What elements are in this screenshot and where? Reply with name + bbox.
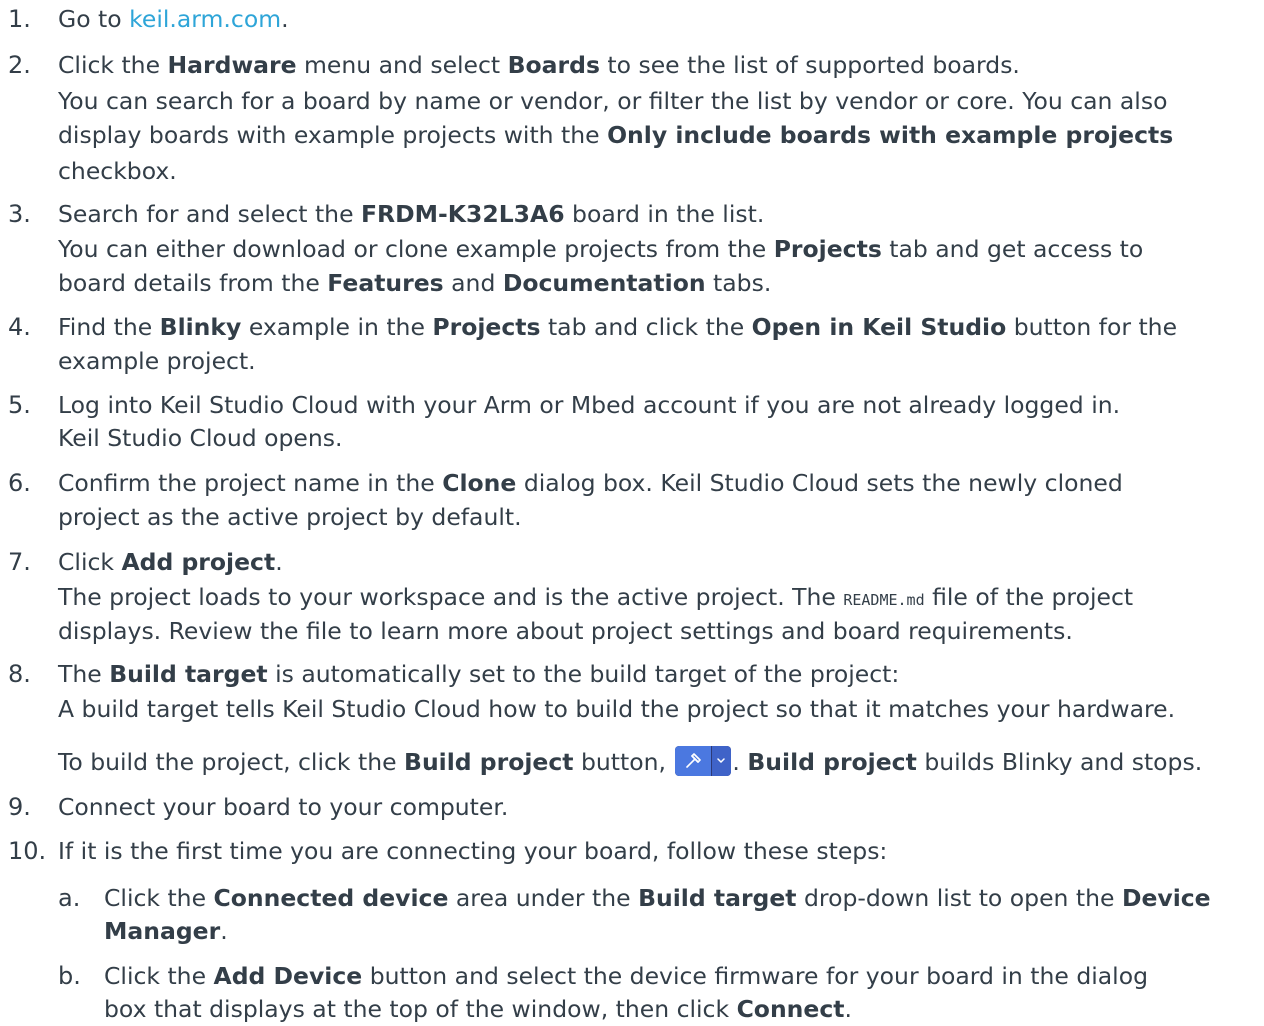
step-7-line-1: Click Add project. (58, 548, 283, 576)
step-2-line-2: You can search for a board by name or ve… (58, 87, 1168, 115)
substep-b-line-1: Click the Add Device button and select t… (104, 962, 1148, 990)
substep-a-line-2: Manager. (104, 917, 228, 945)
chevron-down-icon (717, 758, 726, 764)
step-number: 10. (8, 837, 47, 865)
build-project-button-image (675, 746, 732, 776)
step-5-line-1: Log into Keil Studio Cloud with your Arm… (58, 391, 1121, 419)
keil-link[interactable]: keil.arm.com (129, 5, 281, 33)
step-number: 8. (8, 660, 31, 688)
step-5-line-2: Keil Studio Cloud opens. (58, 424, 343, 452)
step-2-line-3: display boards with example projects wit… (58, 121, 1174, 149)
step-number: 3. (8, 200, 31, 228)
step-4-line-2: example project. (58, 347, 256, 375)
substep-a-line-1: Click the Connected device area under th… (104, 884, 1211, 912)
step-number: 5. (8, 391, 31, 419)
step-number: 4. (8, 313, 31, 341)
step-3-line-1: Search for and select the FRDM-K32L3A6 b… (58, 200, 765, 228)
step-9-line-1: Connect your board to your computer. (58, 793, 509, 821)
step-6-line-1: Confirm the project name in the Clone di… (58, 469, 1123, 497)
step-8-line-3: To build the project, click the Build pr… (58, 746, 1203, 776)
substep-letter: b. (58, 962, 81, 990)
step-2-line-1: Click the Hardware menu and select Board… (58, 51, 1020, 79)
step-number: 7. (8, 548, 31, 576)
substep-b-line-2: box that displays at the top of the wind… (104, 995, 852, 1023)
step-3-line-2: You can either download or clone example… (58, 235, 1144, 263)
step-4-line-1: Find the Blinky example in the Projects … (58, 313, 1178, 341)
step-7-line-3: displays. Review the file to learn more … (58, 617, 1073, 645)
step-3-line-3: board details from the Features and Docu… (58, 269, 772, 297)
step-number: 1. (8, 5, 31, 33)
step-number: 6. (8, 469, 31, 497)
step-8-line-1: The Build target is automatically set to… (58, 660, 900, 688)
step-1-text: Go to keil.arm.com. (58, 5, 289, 33)
step-8-line-2: A build target tells Keil Studio Cloud h… (58, 695, 1176, 723)
step-10-line-1: If it is the first time you are connecti… (58, 837, 888, 865)
step-2-line-4: checkbox. (58, 157, 177, 185)
step-6-line-2: project as the active project by default… (58, 503, 522, 531)
readme-filename: README.md (843, 591, 925, 609)
step-number: 9. (8, 793, 31, 821)
substep-letter: a. (58, 884, 81, 912)
step-number: 2. (8, 51, 31, 79)
hammer-icon (686, 753, 702, 768)
instructions-document: 1. Go to keil.arm.com. 2. Click the Hard… (0, 0, 1264, 1025)
step-7-line-2: The project loads to your workspace and … (58, 583, 1134, 611)
